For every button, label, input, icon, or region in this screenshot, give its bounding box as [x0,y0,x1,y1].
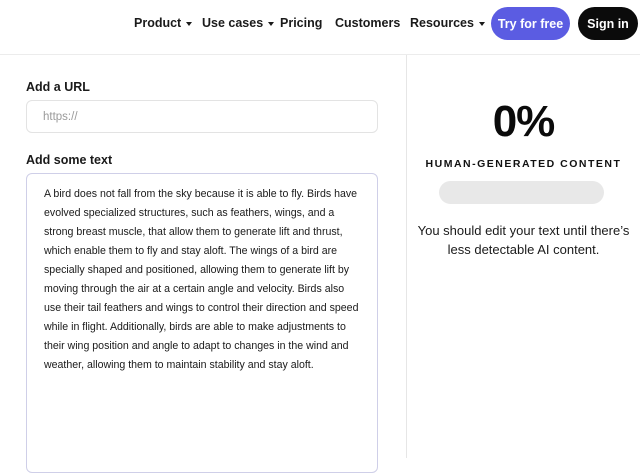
nav-pricing-label: Pricing [280,16,323,30]
sign-in-button[interactable]: Sign in [578,7,638,40]
score-progress-bar [439,181,604,204]
chevron-down-icon [268,21,275,26]
result-section: 0% HUMAN-GENERATED CONTENT You should ed… [407,55,640,458]
nav-resources-label: Resources [410,16,474,30]
url-label: Add a URL [26,80,90,94]
nav-use-cases[interactable]: Use cases [202,16,275,30]
nav-product[interactable]: Product [134,16,193,30]
text-label: Add some text [26,153,113,167]
nav-pricing[interactable]: Pricing [280,16,322,30]
chevron-down-icon [186,21,193,26]
nav-customers[interactable]: Customers [335,16,400,30]
nav-resources[interactable]: Resources [410,16,485,30]
nav-customers-label: Customers [335,16,401,30]
score-value: 0% [492,97,556,146]
chevron-down-icon [478,21,485,26]
score-caption: HUMAN-GENERATED CONTENT [425,158,622,170]
input-section: Add a URL Add some text A bird does not … [0,55,406,473]
detector-panel: Add a URL Add some text A bird does not … [0,54,640,473]
advice-text: You should edit your text until there’s … [417,223,630,257]
nav-use-cases-label: Use cases [202,16,264,30]
url-input[interactable] [26,100,378,133]
text-input[interactable]: A bird does not fall from the sky becaus… [26,173,378,473]
nav-product-label: Product [134,16,182,30]
top-navigation-bar: Product Use cases Pricing Customers Reso… [0,0,640,50]
try-for-free-button[interactable]: Try for free [491,7,570,40]
